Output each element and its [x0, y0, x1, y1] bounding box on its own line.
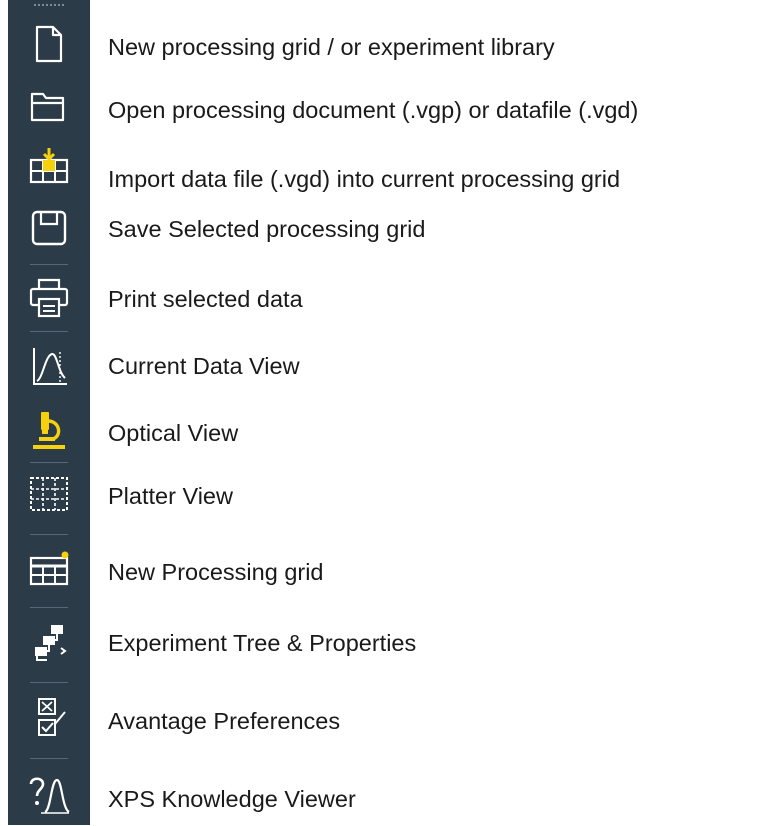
platter-grid-icon: [30, 477, 68, 511]
new-processing-grid-tool-button[interactable]: [8, 538, 90, 602]
help-knowledge-icon: [29, 777, 70, 814]
label-save-grid: Save Selected processing grid: [108, 216, 426, 242]
import-grid-icon: [29, 148, 69, 184]
toolbar-separator: [30, 682, 68, 683]
optical-view-button[interactable]: [8, 398, 90, 462]
label-open-document: Open processing document (.vgp) or dataf…: [108, 97, 639, 123]
label-platter-view: Platter View: [108, 483, 233, 509]
platter-view-button[interactable]: [8, 462, 90, 526]
experiment-tree-button[interactable]: [8, 610, 90, 674]
label-new-grid: New Processing grid: [108, 559, 324, 585]
label-new-processing-grid: New processing grid / or experiment libr…: [108, 34, 555, 60]
xps-knowledge-button[interactable]: [8, 762, 90, 826]
current-data-view-button[interactable]: [8, 334, 90, 398]
new-grid-icon: [29, 551, 69, 586]
vertical-toolbar: [8, 0, 90, 825]
toolbar-separator: [30, 607, 68, 608]
preferences-checkbox-icon: [38, 698, 66, 736]
print-button[interactable]: [8, 266, 90, 330]
toolbar-separator: [30, 758, 68, 759]
import-data-file-button[interactable]: [8, 136, 90, 200]
microscope-icon: [33, 412, 65, 449]
toolbar-grip: [34, 4, 64, 8]
label-experiment-tree: Experiment Tree & Properties: [108, 630, 417, 656]
label-current-data-view: Current Data View: [108, 353, 300, 379]
new-processing-grid-button[interactable]: [8, 12, 90, 76]
open-document-button[interactable]: [8, 74, 90, 138]
label-import-data-file: Import data file (.vgd) into current pro…: [108, 166, 621, 192]
save-grid-button[interactable]: [8, 196, 90, 260]
toolbar-separator: [30, 534, 68, 535]
save-disk-icon: [31, 210, 67, 246]
label-print: Print selected data: [108, 286, 303, 312]
label-optical-view: Optical View: [108, 420, 239, 446]
spectrum-curve-icon: [33, 348, 67, 385]
open-folder-icon: [30, 92, 65, 122]
experiment-tree-icon: [35, 625, 67, 661]
label-xps-knowledge: XPS Knowledge Viewer: [108, 786, 356, 812]
toolbar-separator: [30, 264, 68, 265]
toolbar-separator: [30, 331, 68, 332]
preferences-button[interactable]: [8, 686, 90, 750]
label-preferences: Avantage Preferences: [108, 708, 341, 734]
new-document-icon: [35, 25, 63, 63]
printer-icon: [29, 278, 69, 318]
